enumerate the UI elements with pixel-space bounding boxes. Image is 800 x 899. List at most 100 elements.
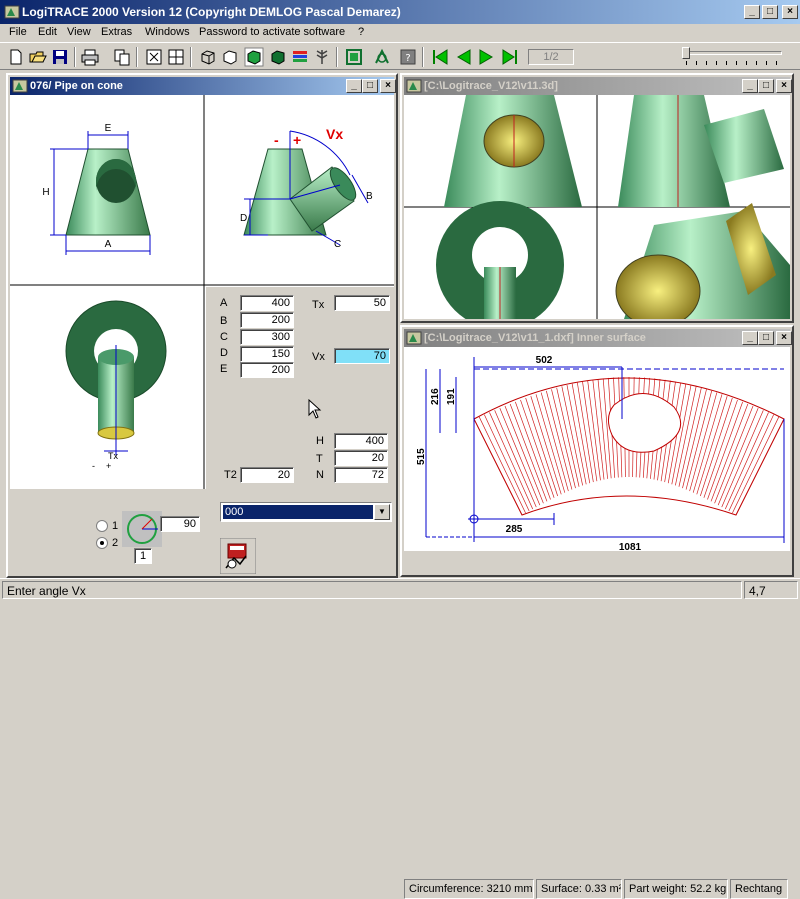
chevron-down-icon[interactable]: ▼ xyxy=(374,504,390,520)
svg-text:?: ? xyxy=(405,53,410,64)
unfold-icon[interactable] xyxy=(344,47,364,67)
close-button[interactable]: × xyxy=(782,5,798,19)
window-icon[interactable] xyxy=(406,78,422,94)
top-view: Tx - + xyxy=(65,300,167,471)
cut-line xyxy=(714,405,754,504)
wireframe-icon[interactable] xyxy=(198,47,218,67)
param-d-input[interactable]: 150 xyxy=(240,346,294,362)
single-view-icon[interactable] xyxy=(144,47,164,67)
minimize-icon: _ xyxy=(351,80,357,91)
quad-view-icon[interactable] xyxy=(166,47,186,67)
cut-line xyxy=(561,386,583,486)
new-icon[interactable] xyxy=(6,47,26,67)
save-icon[interactable] xyxy=(50,47,70,67)
statusbar: Enter angle Vx 4,7 xyxy=(0,578,800,600)
child-minimize-button[interactable]: _ xyxy=(346,79,362,93)
plus-label-2: + xyxy=(106,461,111,471)
window-icon[interactable] xyxy=(406,330,422,346)
child-maximize-button[interactable]: □ xyxy=(758,79,774,93)
dim-h-label: H xyxy=(42,187,49,198)
zoom-slider-ticks xyxy=(686,61,782,65)
menu-edit[interactable]: Edit xyxy=(38,26,57,38)
vx-input[interactable]: 70 xyxy=(334,348,390,364)
child-close-button[interactable]: × xyxy=(380,79,396,93)
shape-icon[interactable] xyxy=(372,47,392,67)
color-layers-icon[interactable] xyxy=(290,47,310,67)
menu-file[interactable]: File xyxy=(9,26,27,38)
vx-field-label: Vx xyxy=(312,351,325,363)
param-e-input[interactable]: 200 xyxy=(240,362,294,378)
zoom-slider-thumb[interactable] xyxy=(682,47,690,59)
previous-icon[interactable] xyxy=(454,47,474,67)
minimize-button[interactable]: _ xyxy=(744,5,760,19)
param-c-input[interactable]: 300 xyxy=(240,329,294,345)
cut-line xyxy=(478,416,526,514)
cut-line xyxy=(724,412,769,510)
shaded-dark-icon[interactable] xyxy=(268,47,288,67)
toolbar-separator xyxy=(422,47,424,67)
status-message: Enter angle Vx xyxy=(2,581,742,599)
logitrace-app-icon[interactable] xyxy=(4,4,20,20)
copy-icon[interactable] xyxy=(112,47,132,67)
generate-button[interactable] xyxy=(220,538,256,574)
close-icon: × xyxy=(781,80,787,91)
t2-input[interactable]: 20 xyxy=(240,467,294,483)
circumference-status: Circumference: 3210 mm xyxy=(404,879,534,899)
angle-input[interactable]: 90 xyxy=(160,516,200,532)
next-icon[interactable] xyxy=(476,47,496,67)
pipe-on-cone-titlebar[interactable]: 076/ Pipe on cone _ □ × xyxy=(10,77,396,95)
child-close-button[interactable]: × xyxy=(776,331,792,345)
child-maximize-button[interactable]: □ xyxy=(758,331,774,345)
zoom-slider-track[interactable] xyxy=(684,51,782,55)
child-minimize-button[interactable]: _ xyxy=(742,79,758,93)
toolbar-separator xyxy=(336,47,338,67)
view3d-titlebar[interactable]: [C:\Logitrace_V12\v11.3d] _ □ × xyxy=(404,77,792,95)
cut-line xyxy=(504,405,544,504)
dxf-canvas: 502 216 191 515 285 1081 xyxy=(404,347,790,551)
cut-line xyxy=(732,416,780,514)
menu-view[interactable]: View xyxy=(67,26,91,38)
t-input[interactable]: 20 xyxy=(334,450,388,466)
print-icon[interactable] xyxy=(80,47,100,67)
param-b-input[interactable]: 200 xyxy=(240,312,294,328)
cut-line xyxy=(707,401,743,500)
window-icon[interactable] xyxy=(12,78,28,94)
child-minimize-button[interactable]: _ xyxy=(742,331,758,345)
last-icon[interactable] xyxy=(500,47,520,67)
radio-option-1[interactable] xyxy=(96,520,108,532)
cut-line xyxy=(703,399,738,498)
h-input[interactable]: 400 xyxy=(334,433,388,449)
maximize-button[interactable]: □ xyxy=(762,5,778,19)
page-indicator[interactable]: 1/2 xyxy=(528,49,574,65)
menu-extras[interactable]: Extras xyxy=(101,26,132,38)
radio-option-2[interactable] xyxy=(96,537,108,549)
child-close-button[interactable]: × xyxy=(776,79,792,93)
close-icon: × xyxy=(385,80,391,91)
menu-help[interactable]: ? xyxy=(358,26,364,38)
tx-input[interactable]: 50 xyxy=(334,295,390,311)
menu-password[interactable]: Password to activate software xyxy=(199,26,345,38)
param-a-input[interactable]: 400 xyxy=(240,295,294,311)
cut-line xyxy=(576,382,594,483)
first-icon[interactable] xyxy=(430,47,450,67)
plus-label: + xyxy=(293,132,301,148)
dxf-titlebar[interactable]: [C:\Logitrace_V12\v11_1.dxf] Inner surfa… xyxy=(404,329,792,347)
rect-status: Rechtang xyxy=(730,879,788,899)
minimize-icon: _ xyxy=(749,6,755,17)
n-input[interactable]: 72 xyxy=(334,467,388,483)
hidden-lines-icon[interactable] xyxy=(220,47,240,67)
open-icon[interactable] xyxy=(28,47,48,67)
small-value-input[interactable]: 1 xyxy=(134,548,152,564)
cut-line xyxy=(685,390,713,490)
maximize-icon: □ xyxy=(762,332,770,343)
shaded-icon[interactable] xyxy=(244,47,264,67)
code-combobox-value: 000 xyxy=(223,505,373,519)
child-maximize-button[interactable]: □ xyxy=(362,79,378,93)
tree-icon[interactable] xyxy=(312,47,332,67)
menu-windows[interactable]: Windows xyxy=(145,26,190,38)
front-view: E H A xyxy=(42,123,151,255)
toolbar-separator xyxy=(190,47,192,67)
template-icon[interactable]: ? xyxy=(398,47,418,67)
code-combobox[interactable]: 000 ▼ xyxy=(220,502,392,522)
dim-b-label: B xyxy=(366,191,373,202)
